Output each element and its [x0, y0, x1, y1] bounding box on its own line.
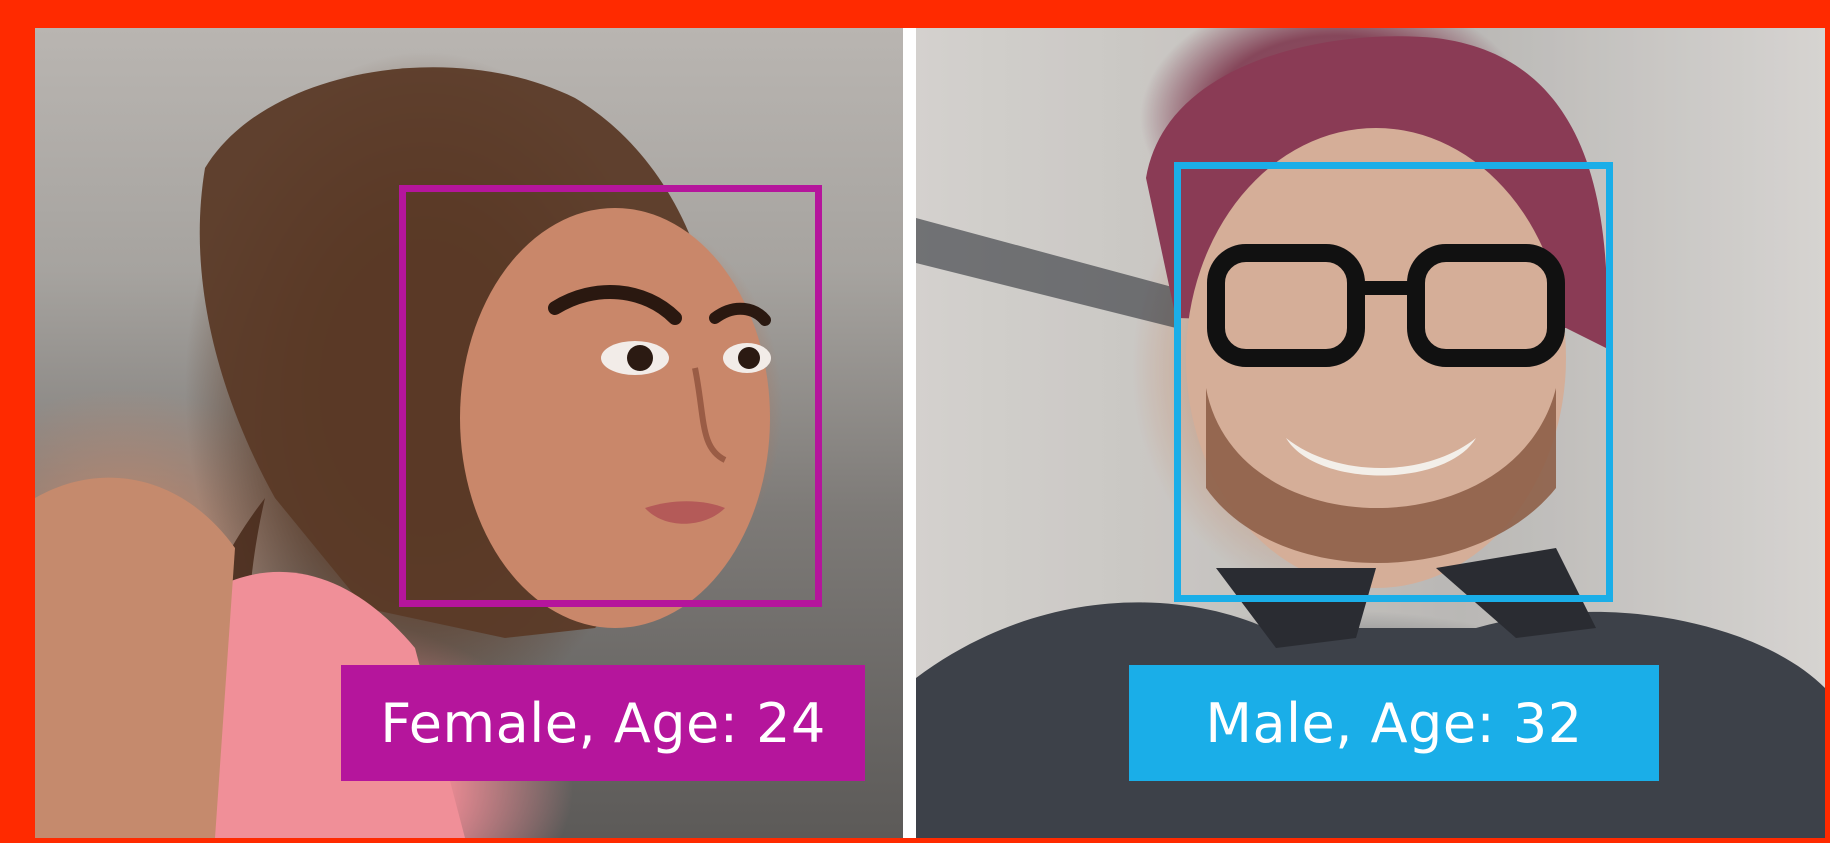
- photo-woman: Female, Age: 24: [35, 28, 903, 838]
- panel-divider: [903, 28, 916, 838]
- male-detection-label: Male, Age: 32: [1129, 665, 1659, 781]
- male-face-box: [1174, 162, 1613, 602]
- female-detection-label: Female, Age: 24: [341, 665, 865, 781]
- photo-man: Male, Age: 32: [916, 28, 1825, 838]
- female-face-box: [399, 185, 822, 607]
